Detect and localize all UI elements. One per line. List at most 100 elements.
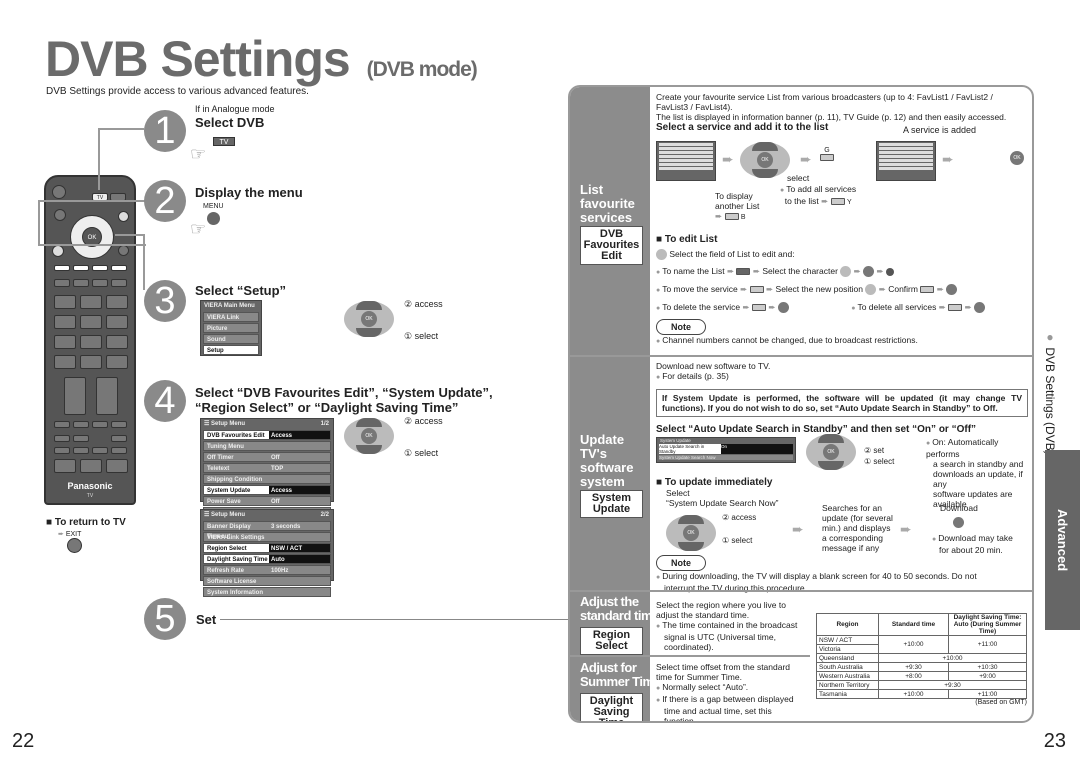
menu-item[interactable]: Picture xyxy=(203,323,259,333)
red-button[interactable] xyxy=(54,265,70,271)
number-button[interactable] xyxy=(54,295,76,309)
set-label: ② set xyxy=(864,446,885,455)
menu-row[interactable]: Off Timer Off xyxy=(203,452,331,462)
remote-button[interactable] xyxy=(111,421,127,428)
return-to-tv-heading: ■ To return to TV xyxy=(46,517,126,528)
number-button[interactable] xyxy=(106,355,128,369)
remote-button[interactable] xyxy=(54,435,70,442)
number-button[interactable] xyxy=(106,315,128,329)
menu-item-selected[interactable]: Setup xyxy=(203,345,259,355)
menu-header: VIERA Main Menu xyxy=(204,303,255,309)
g-key[interactable]: G xyxy=(820,147,834,161)
exit-key-label: ➨ EXIT xyxy=(58,531,82,538)
arrow-icon: ➨ xyxy=(900,521,912,537)
power-button[interactable] xyxy=(52,185,66,199)
remote-button[interactable] xyxy=(92,447,108,454)
number-button[interactable] xyxy=(80,335,102,349)
advanced-tab: Advanced xyxy=(1045,450,1080,630)
menu-row[interactable]: Power Save Off xyxy=(203,496,331,506)
system-update-menu: System Update Auto Update Search in Stan… xyxy=(656,437,796,463)
table-row: NSW / ACT +10:00 +11:00 xyxy=(816,635,1027,654)
menu-row[interactable]: VIERA Link Settings xyxy=(203,532,331,542)
menu-row[interactable]: Teletext TOP xyxy=(203,463,331,473)
timezone-table: Region Standard time Daylight Saving Time:… xyxy=(816,613,1027,699)
number-button[interactable] xyxy=(80,295,102,309)
remote-button[interactable] xyxy=(73,435,89,442)
table-header: Daylight Saving Time: Auto (During Summe… xyxy=(948,613,1027,636)
table-footnote: (Based on GMT) xyxy=(975,699,1027,706)
update-intro: Download new software to TV. xyxy=(656,361,771,371)
menu-item[interactable]: Sound xyxy=(203,334,259,344)
return-to-tv-text: To return to TV xyxy=(54,517,126,528)
remote-button[interactable] xyxy=(54,279,70,287)
update-section-title: Update TV's software system xyxy=(580,432,634,489)
number-button[interactable] xyxy=(80,315,102,329)
remote-button[interactable] xyxy=(106,459,128,473)
fav-list-added-screenshot xyxy=(876,141,936,181)
connector-line xyxy=(220,619,570,620)
edit-intro: Select the field of List to edit and: xyxy=(656,246,1028,263)
connector-line xyxy=(115,234,145,290)
menu-row[interactable]: Refresh Rate 100Hz xyxy=(203,565,331,575)
menu-button[interactable] xyxy=(52,245,64,257)
green-button[interactable] xyxy=(73,265,89,271)
menu-key[interactable] xyxy=(207,212,220,225)
name-list-row: To name the List ➨ ➨ Select the characte… xyxy=(656,263,1028,281)
menu-row[interactable]: Region Select NSW / ACT xyxy=(203,543,331,553)
menu-row[interactable]: DVB Favourites Edit Access xyxy=(203,430,331,440)
ok-button[interactable]: OK xyxy=(1010,151,1024,165)
number-button[interactable] xyxy=(54,355,76,369)
table-row: South Australia +9:30 +10:30 xyxy=(816,662,1027,672)
arrow-icon: ➨ xyxy=(942,151,954,167)
channel-button[interactable] xyxy=(96,377,118,415)
remote-button[interactable] xyxy=(92,421,108,428)
remote-button[interactable] xyxy=(73,279,89,287)
yellow-button[interactable] xyxy=(92,265,108,271)
connector-line xyxy=(98,128,144,190)
menu-header: ☰ Setup Menu 1/2 xyxy=(204,421,329,427)
dpad-icon: OK xyxy=(666,515,716,551)
exit-key[interactable] xyxy=(67,538,82,553)
remote-button[interactable] xyxy=(54,447,70,454)
page-number-left: 22 xyxy=(12,730,35,752)
setup-menu-page-2: ☰ Setup Menu 2/2 Banner Display Timeout 3 s… xyxy=(200,509,334,597)
remote-button[interactable] xyxy=(80,459,102,473)
system-update-box: System Update xyxy=(580,490,643,518)
section-divider xyxy=(570,655,810,657)
remote-button[interactable] xyxy=(111,435,127,442)
tv-key[interactable]: TV xyxy=(213,137,235,146)
table-row: Queensland +10:00 xyxy=(816,653,1027,663)
title-text: DVB Settings xyxy=(45,31,351,87)
hand-pointer-icon: ☞ xyxy=(190,219,207,239)
hand-pointer-icon: ☞ xyxy=(190,144,207,164)
number-button[interactable] xyxy=(80,355,102,369)
page-number-right: 23 xyxy=(1043,730,1066,752)
section-title-line: List xyxy=(580,182,604,197)
dpad-icon: OK xyxy=(806,434,856,470)
menu-row[interactable]: Banner Display Timeout 3 seconds xyxy=(203,521,331,540)
number-button[interactable] xyxy=(54,315,76,329)
menu-row[interactable]: Tuning Menu xyxy=(203,441,331,451)
download-note: Download may takefor about 20 min. xyxy=(932,533,1013,555)
remote-button[interactable] xyxy=(54,421,70,428)
volume-button[interactable] xyxy=(64,377,86,415)
remote-button[interactable] xyxy=(54,459,76,473)
menu-row[interactable]: Shipping Condition xyxy=(203,474,331,484)
number-button[interactable] xyxy=(106,335,128,349)
remote-button[interactable] xyxy=(73,421,89,428)
ok-button[interactable] xyxy=(953,517,964,528)
remote-button[interactable] xyxy=(111,447,127,454)
setup-menu-page-1: ☰ Setup Menu 1/2 DVB Favourites Edit Access… xyxy=(200,418,334,528)
number-button[interactable] xyxy=(54,335,76,349)
step-number: 5 xyxy=(144,598,186,640)
menu-row[interactable]: System Update Access xyxy=(203,485,331,495)
menu-row[interactable]: System Information xyxy=(203,587,331,597)
fav-note: Channel numbers cannot be changed, due t… xyxy=(656,335,1028,347)
menu-row[interactable]: Software License xyxy=(203,576,331,586)
menu-row[interactable]: Daylight Saving Time Auto xyxy=(203,554,331,564)
menu-item[interactable]: VIERA Link xyxy=(203,312,259,322)
remote-button[interactable] xyxy=(92,279,108,287)
table-header: Standard time xyxy=(878,613,949,636)
number-button[interactable] xyxy=(106,295,128,309)
remote-button[interactable] xyxy=(73,447,89,454)
